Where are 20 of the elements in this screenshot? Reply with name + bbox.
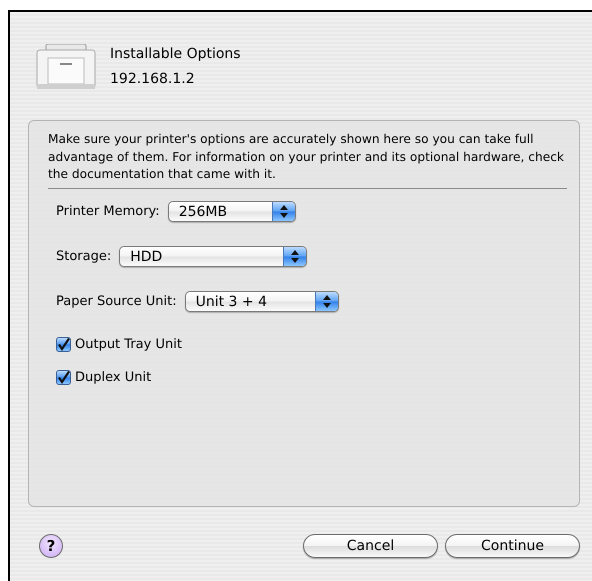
printer-address: 192.168.1.2 xyxy=(110,71,196,87)
popup-menu[interactable]: 256MB xyxy=(168,201,296,222)
checkbox-label[interactable]: Output Tray Unit xyxy=(75,337,182,352)
field-label: Printer Memory: xyxy=(56,204,160,220)
checkbox[interactable] xyxy=(56,337,71,352)
popup-menu[interactable]: HDD xyxy=(119,246,308,268)
printer-icon xyxy=(36,44,96,90)
help-button[interactable]: ? xyxy=(39,534,63,558)
popup-menu[interactable]: Unit 3 + 4 xyxy=(184,291,339,312)
field-label: Paper Source Unit: xyxy=(56,294,177,310)
checkbox-label[interactable]: Duplex Unit xyxy=(75,370,152,386)
stepper-arrows-icon xyxy=(280,205,288,218)
continue-button[interactable]: Continue xyxy=(445,534,580,558)
stepper-arrows-icon xyxy=(291,250,300,264)
checkbox[interactable] xyxy=(56,370,71,386)
stepper-arrows-icon xyxy=(322,295,331,308)
cancel-button[interactable]: Cancel xyxy=(303,534,438,558)
field-label: Storage: xyxy=(56,249,112,264)
sheet-title: Installable Options xyxy=(110,46,241,62)
description-text: Make sure your printer's options are accurately shown here so you can take full advantage of them. For information on your printer and its optional hardware, check the documentation that came with it. xyxy=(48,131,565,184)
